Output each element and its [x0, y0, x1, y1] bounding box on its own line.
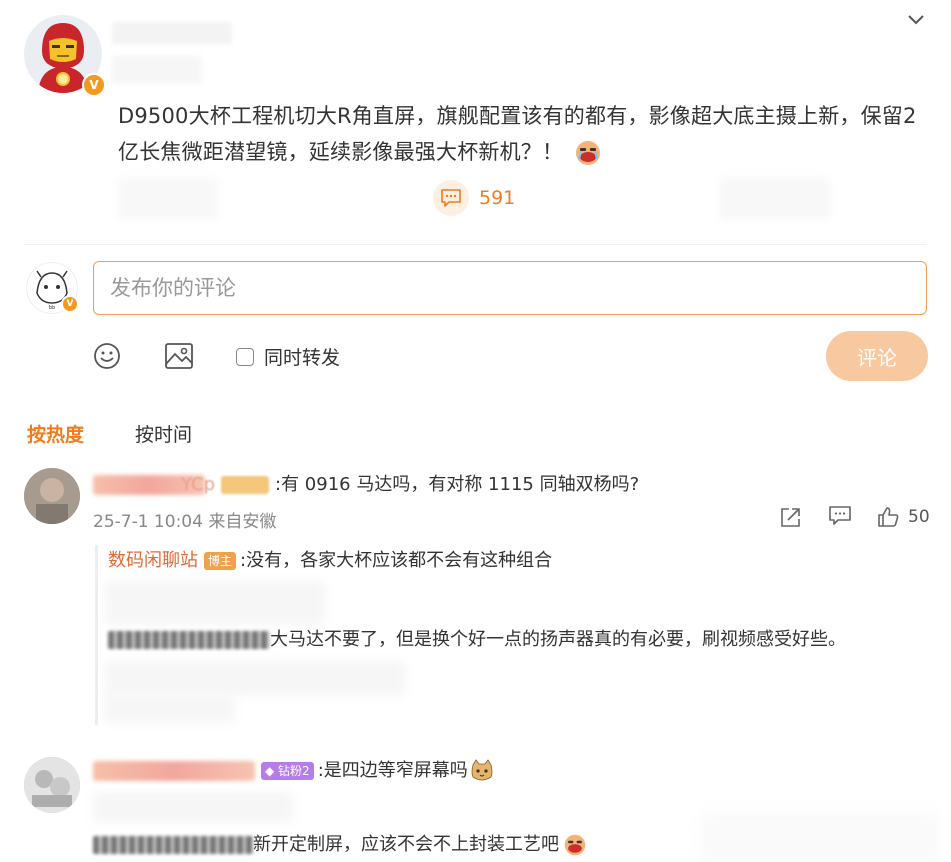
post-text: D9500大杯工程机切大R角直屏，旗舰配置该有的都有，影像超大底主摄上新，保留2… [118, 104, 917, 164]
reply-item: 大马达不要了，但是换个好一点的扬声器真的有必要，刷视频感受好些。 [108, 626, 846, 654]
reply-text: 新开定制屏，应该不会不上封装工艺吧 [253, 834, 559, 855]
crying-emoji-icon [576, 141, 601, 165]
commenter-avatar[interactable] [24, 468, 80, 524]
diamond-icon: ◆ [265, 764, 279, 778]
blurred-content [105, 661, 405, 695]
comment-line: YCp :有 0916 马达吗，有对称 1115 同轴双杨吗? [93, 471, 639, 499]
like-count: 50 [908, 507, 930, 527]
author-name-blurred[interactable] [112, 22, 232, 44]
comment-location: 来自安徽 [208, 512, 277, 532]
reply-item: 数码闲聊站 博主 :没有，各家大杯应该都不会有这种组合 [108, 547, 552, 575]
reply-text: :没有，各家大杯应该都不会有这种组合 [240, 550, 553, 571]
reply-author-blurred[interactable] [93, 836, 253, 854]
comment-meta: 25-7-1 10:04 来自安徽 [93, 507, 276, 532]
svg-text:bb: bb [49, 305, 55, 311]
blurred-content [93, 792, 293, 822]
share-button[interactable] [779, 505, 803, 529]
repost-count-blurred [118, 178, 218, 220]
comment-icon [441, 189, 461, 207]
cat-emoji-icon [471, 759, 493, 781]
repost-label: 同时转发 [264, 347, 341, 369]
comment-time: 25-7-1 10:04 [93, 512, 203, 532]
host-badge: 博主 [204, 552, 237, 570]
thumbs-up-icon [878, 507, 899, 527]
diamond-fan-badge: ◆ 钻粉2 [261, 762, 314, 780]
blurred-content [700, 812, 940, 862]
comment-count-button[interactable]: 591 [433, 180, 515, 216]
repost-toggle[interactable]: 同时转发 [236, 343, 340, 370]
comment-line: ◆ 钻粉2 :是四边等窄屏幕吗 [93, 757, 494, 785]
reply-author-name[interactable]: 数码闲聊站 [108, 547, 198, 575]
emoji-icon[interactable] [93, 342, 121, 370]
sort-by-time-tab[interactable]: 按时间 [135, 420, 192, 447]
like-button[interactable]: 50 [876, 505, 930, 529]
fan-badge-blurred [221, 476, 270, 494]
blurred-content [105, 695, 235, 723]
comment-text: :有 0916 马达吗，有对称 1115 同轴双杨吗? [275, 474, 640, 495]
like-count-blurred [720, 178, 830, 220]
reply-text: 大马达不要了，但是换个好一点的扬声器真的有必要，刷视频感受好些。 [270, 629, 846, 650]
repost-checkbox[interactable] [236, 347, 254, 366]
post-body: D9500大杯工程机切大R角直屏，旗舰配置该有的都有，影像超大底主摄上新，保留2… [118, 98, 936, 170]
reply-button[interactable] [828, 505, 852, 527]
divider [24, 244, 927, 245]
reply-thread-bar [95, 545, 98, 725]
comment-input[interactable] [93, 261, 927, 315]
reply-item: 新开定制屏，应该不会不上封装工艺吧 [93, 831, 587, 859]
verified-badge: V [61, 295, 79, 313]
author-avatar[interactable]: V [24, 15, 106, 97]
commenter-name-fragment[interactable]: YCp [181, 471, 215, 499]
comment-icon [829, 506, 851, 525]
share-icon [781, 508, 800, 527]
verified-badge: V [82, 73, 106, 97]
reply-thread: 数码闲聊站 博主 :没有，各家大杯应该都不会有这种组合 大马达不要了，但是换个好… [95, 545, 935, 725]
sort-by-hot-tab[interactable]: 按热度 [27, 420, 84, 447]
current-user-avatar[interactable]: bb V [26, 262, 79, 314]
submit-comment-button[interactable]: 评论 [826, 331, 928, 381]
blurred-content [105, 581, 325, 625]
commenter-avatar[interactable] [24, 757, 80, 813]
diamond-fan-badge-label: 钻粉2 [278, 764, 310, 778]
post-meta-blurred [112, 56, 202, 84]
crying-emoji-icon [564, 834, 586, 856]
comment-count: 591 [479, 187, 516, 209]
comment-text: :是四边等窄屏幕吗 [317, 760, 468, 781]
commenter-name-blurred[interactable] [93, 761, 255, 781]
image-icon[interactable] [164, 342, 194, 370]
reply-author-blurred[interactable] [108, 631, 270, 649]
weibo-post-page: V D9500大杯工程机切大R角直屏，旗舰配置该有的都有，影像超大底主摄上新，保… [0, 0, 951, 862]
chevron-down-icon[interactable] [905, 9, 927, 31]
